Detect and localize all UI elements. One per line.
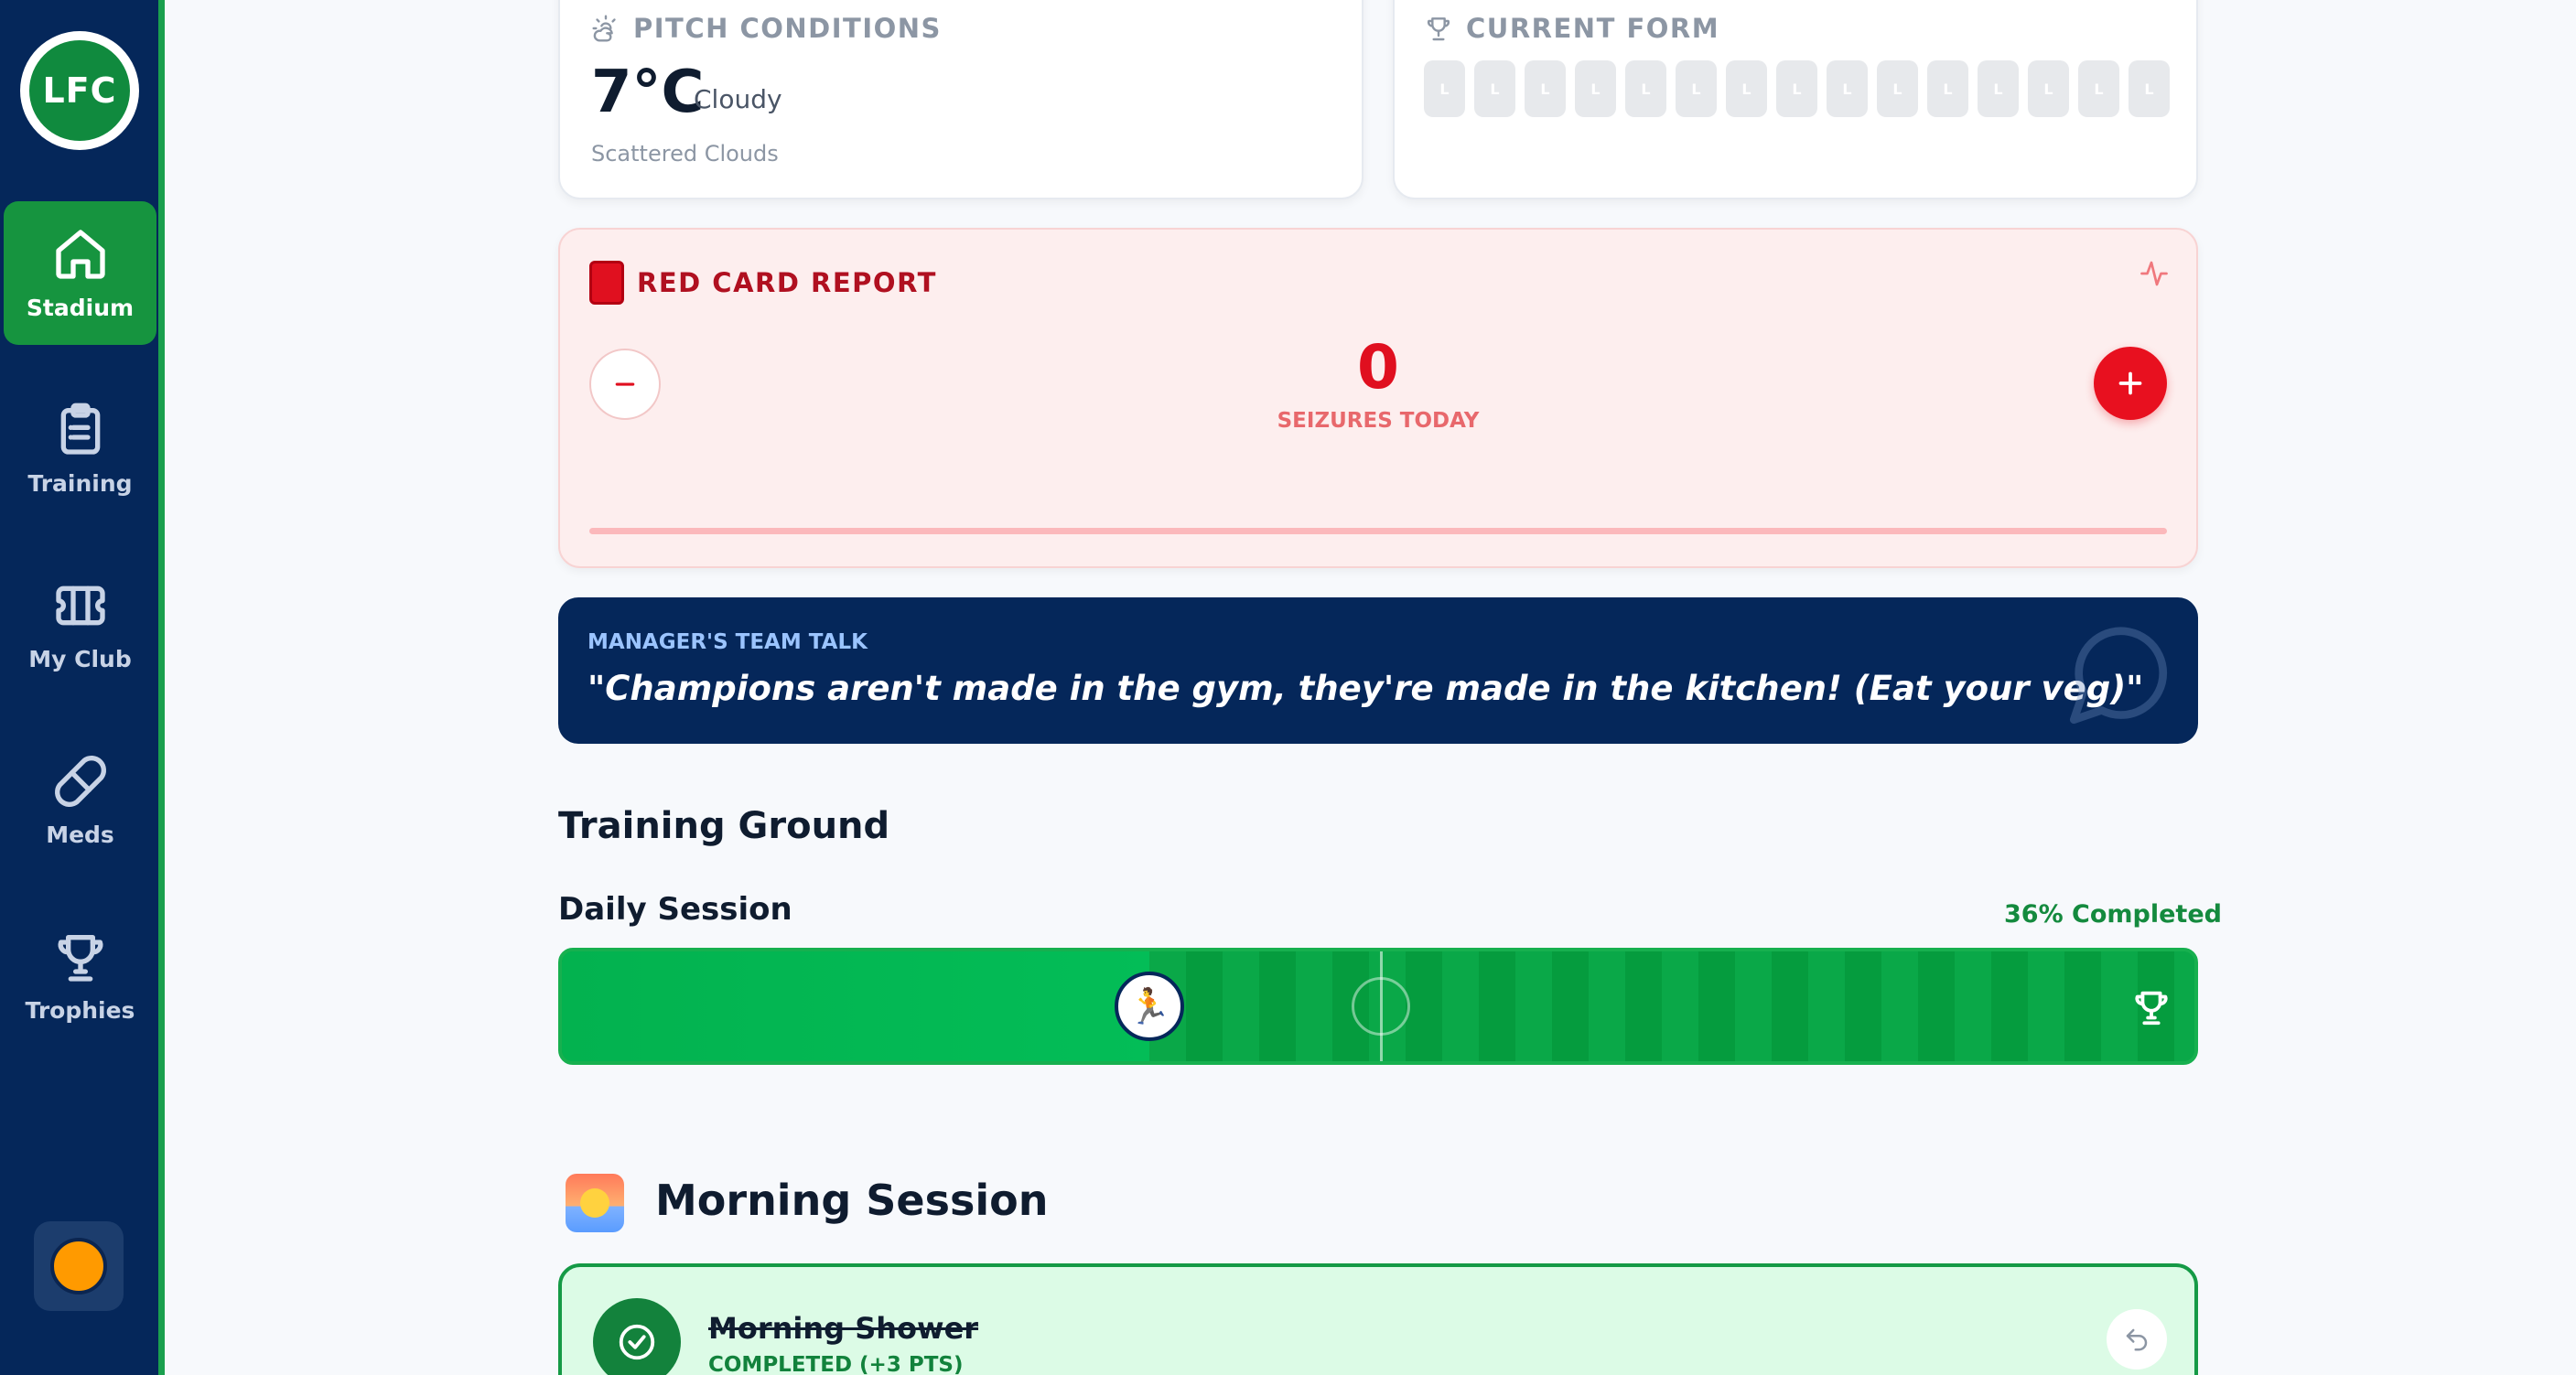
task-title: Morning Shower xyxy=(708,1311,979,1346)
form-title: CURRENT FORM xyxy=(1466,13,1720,44)
increment-button[interactable] xyxy=(2094,347,2167,420)
trophy-icon xyxy=(58,935,102,982)
form-results: LLLLLLLLLLLLLLL xyxy=(1424,60,2170,117)
cloud-sun-icon xyxy=(592,15,616,42)
daily-session-label: Daily Session xyxy=(558,891,792,928)
trophy-icon xyxy=(1427,17,1450,41)
red-card-title: RED CARD REPORT xyxy=(637,267,937,298)
form-card: CURRENT FORM LLLLLLLLLLLLLLL xyxy=(1393,0,2198,199)
form-result-pill: L xyxy=(1676,60,1717,117)
user-avatar-button[interactable] xyxy=(34,1221,124,1311)
pitch-progress-fill xyxy=(562,951,1149,1061)
avatar xyxy=(50,1238,107,1294)
daily-progress-pitch: 🏃 xyxy=(558,948,2198,1065)
activity-icon xyxy=(2140,261,2168,286)
pitch-center-circle xyxy=(1352,977,1410,1036)
weather-card-title: PITCH CONDITIONS xyxy=(591,13,942,44)
home-icon xyxy=(55,230,105,279)
seizure-count-label: SEIZURES TODAY xyxy=(1277,409,1480,433)
logo-text: LFC xyxy=(29,40,130,141)
sidebar-item-label: Training xyxy=(27,470,133,497)
form-result-pill: L xyxy=(1827,60,1868,117)
form-result-pill: L xyxy=(1474,60,1515,117)
clipboard-icon xyxy=(60,403,100,455)
runner-icon: 🏃 xyxy=(1127,985,1171,1026)
ticket-icon xyxy=(55,585,105,626)
form-result-pill: L xyxy=(2028,60,2069,117)
form-result-pill: L xyxy=(1927,60,1968,117)
sidebar-item-training[interactable]: Training xyxy=(4,377,156,521)
sidebar-item-meds[interactable]: Meds xyxy=(4,728,156,872)
club-logo[interactable]: LFC xyxy=(20,31,139,150)
form-card-title: CURRENT FORM xyxy=(1424,13,1719,44)
player-marker: 🏃 xyxy=(1115,972,1184,1041)
team-talk-label: MANAGER'S TEAM TALK xyxy=(587,630,868,654)
sidebar-item-label: Meds xyxy=(46,822,114,848)
sidebar-item-label: Stadium xyxy=(26,295,135,321)
morning-session-heading: Morning Session xyxy=(655,1176,1049,1225)
sidebar-item-my-club[interactable]: My Club xyxy=(4,553,156,696)
weather-temperature: 7°C xyxy=(591,59,705,126)
form-result-pill: L xyxy=(1776,60,1817,117)
sidebar-item-label: Trophies xyxy=(25,997,135,1024)
undo-icon xyxy=(2126,1328,2148,1351)
seizure-count: 0 xyxy=(1357,332,1399,403)
red-card-title-row: RED CARD REPORT xyxy=(589,261,937,305)
undo-button[interactable] xyxy=(2107,1309,2167,1370)
sidebar-item-label: My Club xyxy=(28,646,132,672)
form-result-pill: L xyxy=(1575,60,1616,117)
team-talk-banner: MANAGER'S TEAM TALK "Champions aren't ma… xyxy=(558,597,2198,744)
sun-shape xyxy=(580,1188,609,1218)
form-result-pill: L xyxy=(1877,60,1918,117)
weather-card: PITCH CONDITIONS 7°C Cloudy Scattered Cl… xyxy=(558,0,1363,199)
form-result-pill: L xyxy=(1625,60,1666,117)
sunrise-icon xyxy=(566,1174,624,1232)
sidebar-item-stadium[interactable]: Stadium xyxy=(4,201,156,345)
task-status: COMPLETED (+3 PTS) xyxy=(708,1353,964,1375)
weather-title: PITCH CONDITIONS xyxy=(633,13,942,44)
red-card-icon xyxy=(589,261,624,305)
check-circle-icon xyxy=(619,1324,655,1360)
goal-trophy-icon xyxy=(2135,991,2168,1026)
form-result-pill: L xyxy=(1525,60,1566,117)
training-ground-heading: Training Ground xyxy=(558,805,890,847)
pitch-stripes xyxy=(1149,951,2194,1061)
red-card-progress-track xyxy=(589,528,2167,534)
speech-bubble-icon xyxy=(2069,627,2168,725)
daily-progress-text: 36% Completed xyxy=(2004,900,2222,929)
team-talk-quote: "Champions aren't made in the gym, they'… xyxy=(587,669,2144,708)
completed-check-button[interactable] xyxy=(593,1298,681,1375)
form-result-pill: L xyxy=(1726,60,1767,117)
task-card[interactable]: Morning Shower COMPLETED (+3 PTS) xyxy=(558,1263,2198,1375)
red-card-report: RED CARD REPORT 0 SEIZURES TODAY xyxy=(558,228,2198,568)
form-result-pill: L xyxy=(1424,60,1465,117)
sidebar-item-trophies[interactable]: Trophies xyxy=(4,904,156,1047)
form-result-pill: L xyxy=(2078,60,2119,117)
plus-icon xyxy=(2118,371,2142,395)
form-result-pill: L xyxy=(2129,60,2170,117)
pill-icon xyxy=(54,756,106,807)
form-result-pill: L xyxy=(1978,60,2019,117)
weather-detail: Scattered Clouds xyxy=(591,141,779,167)
sidebar: LFC Stadium Training My Club Meds Trophi… xyxy=(0,0,165,1375)
weather-condition: Cloudy xyxy=(694,84,782,114)
